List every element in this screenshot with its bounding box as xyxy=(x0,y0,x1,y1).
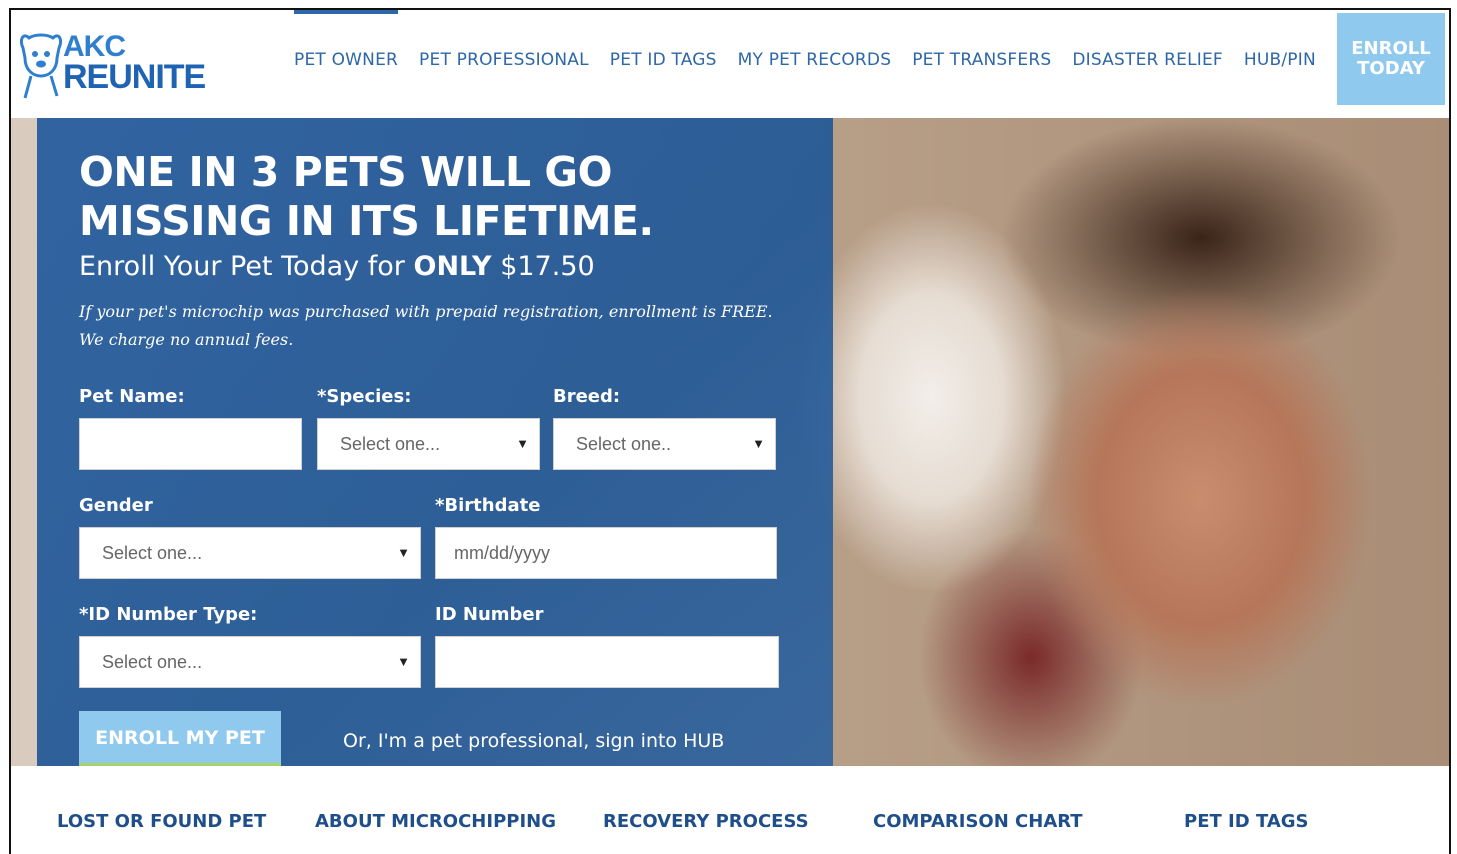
nav-my-pet-records[interactable]: MY PET RECORDS xyxy=(738,10,892,118)
dog-face-icon xyxy=(19,33,63,99)
id-number-label: ID Number xyxy=(435,604,544,625)
id-number-input[interactable] xyxy=(435,636,779,688)
subnav-about-microchipping[interactable]: ABOUT MICROCHIPPING xyxy=(315,811,556,832)
species-selected-value: Select one... xyxy=(340,434,441,454)
breed-select[interactable]: Select one.. ▼ xyxy=(553,418,776,470)
dropdown-arrow-icon: ▼ xyxy=(397,545,410,560)
hero-section: ONE IN 3 PETS WILL GO MISSING IN ITS LIF… xyxy=(11,118,1449,766)
breed-label: Breed: xyxy=(553,386,621,407)
pet-name-label: Pet Name: xyxy=(79,386,185,407)
pet-name-input[interactable] xyxy=(79,418,302,470)
hero-note: If your pet's microchip was purchased wi… xyxy=(79,298,799,354)
enroll-form-panel: ONE IN 3 PETS WILL GO MISSING IN ITS LIF… xyxy=(37,118,833,766)
logo-line-2: REUNITE xyxy=(63,58,206,96)
enroll-today-line-1: ENROLL xyxy=(1351,38,1431,59)
id-type-selected-value: Select one... xyxy=(102,652,203,672)
nav-pet-id-tags[interactable]: PET ID TAGS xyxy=(610,10,717,118)
secondary-nav: LOST OR FOUND PET ABOUT MICROCHIPPING RE… xyxy=(11,766,1449,854)
subnav-lost-or-found-pet[interactable]: LOST OR FOUND PET xyxy=(57,811,266,832)
subnav-recovery-process[interactable]: RECOVERY PROCESS xyxy=(603,811,809,832)
browser-frame: AKC REUNITE PET OWNER PET PROFESSIONAL P… xyxy=(9,8,1451,854)
id-type-select[interactable]: Select one... ▼ xyxy=(79,636,421,688)
breed-selected-value: Select one.. xyxy=(576,434,672,454)
hero-left-edge xyxy=(11,118,37,766)
subhead-only: ONLY xyxy=(413,251,492,282)
pet-professional-hub-link[interactable]: Or, I'm a pet professional, sign into HU… xyxy=(343,730,724,752)
enroll-my-pet-button[interactable]: ENROLL MY PET xyxy=(79,711,281,766)
subhead-prefix: Enroll Your Pet Today for xyxy=(79,251,405,282)
id-type-label: *ID Number Type: xyxy=(79,604,258,625)
note-line-2: We charge no annual fees. xyxy=(79,330,294,349)
gender-label: Gender xyxy=(79,495,153,516)
subnav-pet-id-tags[interactable]: PET ID TAGS xyxy=(1184,811,1309,832)
enroll-today-line-2: TODAY xyxy=(1357,58,1425,79)
nav-disaster-relief[interactable]: DISASTER RELIEF xyxy=(1072,10,1223,118)
species-label: *Species: xyxy=(317,386,412,407)
species-select[interactable]: Select one... ▼ xyxy=(317,418,540,470)
birthdate-label: *Birthdate xyxy=(435,495,541,516)
hero-headline: ONE IN 3 PETS WILL GO MISSING IN ITS LIF… xyxy=(79,148,654,245)
dropdown-arrow-icon: ▼ xyxy=(516,436,529,451)
note-line-1: If your pet's microchip was purchased wi… xyxy=(79,302,773,321)
dropdown-arrow-icon: ▼ xyxy=(397,654,410,669)
gender-selected-value: Select one... xyxy=(102,543,203,563)
dropdown-arrow-icon: ▼ xyxy=(752,436,765,451)
nav-pet-owner[interactable]: PET OWNER xyxy=(294,10,399,118)
birthdate-input[interactable]: mm/dd/yyyy xyxy=(435,527,777,579)
enroll-today-button[interactable]: ENROLL TODAY xyxy=(1337,13,1445,105)
hero-subhead: Enroll Your Pet Today for ONLY $17.50 xyxy=(79,251,595,282)
subhead-price: $17.50 xyxy=(500,251,595,282)
gender-select[interactable]: Select one... ▼ xyxy=(79,527,421,579)
nav-pet-transfers[interactable]: PET TRANSFERS xyxy=(912,10,1051,118)
akc-reunite-logo[interactable]: AKC REUNITE xyxy=(19,28,206,100)
main-nav: PET OWNER PET PROFESSIONAL PET ID TAGS M… xyxy=(294,10,1337,118)
nav-hub-pin[interactable]: HUB/PIN xyxy=(1244,10,1316,118)
subnav-comparison-chart[interactable]: COMPARISON CHART xyxy=(873,811,1083,832)
nav-pet-professional[interactable]: PET PROFESSIONAL xyxy=(419,10,589,118)
site-header: AKC REUNITE PET OWNER PET PROFESSIONAL P… xyxy=(11,10,1449,118)
